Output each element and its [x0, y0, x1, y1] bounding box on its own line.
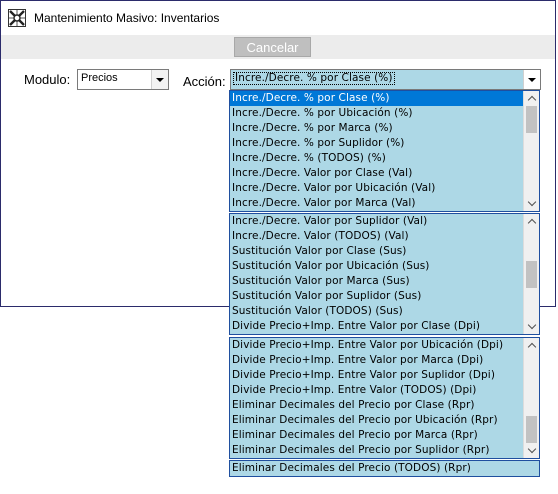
- list-item[interactable]: Incre./Decre. Valor (TODOS) (Val): [230, 229, 523, 244]
- list-item[interactable]: Divide Precio+Imp. Entre Valor por Clase…: [230, 319, 523, 334]
- list-item[interactable]: Incre./Decre. Valor por Suplidor (Val): [230, 214, 523, 229]
- list-item[interactable]: Sustitución Valor por Suplidor (Sus): [230, 289, 523, 304]
- accion-label: Acción:: [183, 74, 226, 89]
- accion-dropdown-list-1[interactable]: Incre./Decre. % por Clase (%) Incre./Dec…: [229, 90, 540, 212]
- scrollbar[interactable]: [523, 338, 539, 458]
- scroll-down-icon[interactable]: [524, 196, 539, 211]
- list-item[interactable]: Incre./Decre. % por Clase (%): [230, 91, 523, 106]
- toolbar: Cancelar: [1, 35, 555, 59]
- accion-dropdown-list-3[interactable]: Divide Precio+Imp. Entre Valor por Ubica…: [229, 337, 540, 459]
- scrollbar[interactable]: [523, 214, 539, 334]
- scrollbar-thumb[interactable]: [526, 106, 537, 133]
- list-item[interactable]: Divide Precio+Imp. Entre Valor (TODOS) (…: [230, 383, 523, 398]
- list-item[interactable]: Incre./Decre. Valor por Marca (Val): [230, 196, 523, 211]
- scroll-down-icon[interactable]: [524, 443, 539, 458]
- scrollbar-thumb[interactable]: [526, 260, 537, 288]
- list-item[interactable]: Divide Precio+Imp. Entre Valor por Supli…: [230, 368, 523, 383]
- accion-select-value: Incre./Decre. % por Clase (%): [233, 72, 395, 85]
- list-item[interactable]: Eliminar Decimales del Precio por Suplid…: [230, 443, 523, 458]
- list-item[interactable]: Divide Precio+Imp. Entre Valor por Ubica…: [230, 338, 523, 353]
- modulo-label: Modulo:: [24, 72, 71, 87]
- list-item[interactable]: Sustitución Valor por Ubicación (Sus): [230, 259, 523, 274]
- chevron-down-icon[interactable]: [151, 70, 168, 89]
- scrollbar[interactable]: [523, 91, 539, 211]
- list-item[interactable]: Incre./Decre. % por Suplidor (%): [230, 136, 523, 151]
- cancel-button[interactable]: Cancelar: [234, 37, 311, 57]
- list-item[interactable]: Sustitución Valor (TODOS) (Sus): [230, 304, 523, 319]
- accion-dropdown-list-2[interactable]: Incre./Decre. Valor por Suplidor (Val) I…: [229, 213, 540, 335]
- scroll-up-icon[interactable]: [524, 91, 539, 106]
- window-title: Mantenimiento Masivo: Inventarios: [34, 11, 220, 25]
- list-item[interactable]: Incre./Decre. Valor por Ubicación (Val): [230, 181, 523, 196]
- accion-select[interactable]: Incre./Decre. % por Clase (%): [230, 69, 541, 90]
- list-item[interactable]: Eliminar Decimales del Precio por Ubicac…: [230, 413, 523, 428]
- scrollbar-thumb[interactable]: [526, 416, 537, 443]
- list-item[interactable]: Divide Precio+Imp. Entre Valor por Marca…: [230, 353, 523, 368]
- scroll-up-icon[interactable]: [524, 214, 539, 229]
- list-item[interactable]: Sustitución Valor por Clase (Sus): [230, 244, 523, 259]
- scroll-down-icon[interactable]: [524, 319, 539, 334]
- accion-dropdown-last-item[interactable]: Eliminar Decimales del Precio (TODOS) (R…: [229, 460, 540, 477]
- list-item[interactable]: Eliminar Decimales del Precio por Marca …: [230, 428, 523, 443]
- list-item[interactable]: Eliminar Decimales del Precio por Clase …: [230, 398, 523, 413]
- scroll-up-icon[interactable]: [524, 338, 539, 353]
- list-item[interactable]: Sustitución Valor por Marca (Sus): [230, 274, 523, 289]
- list-item[interactable]: Incre./Decre. Valor por Clase (Val): [230, 166, 523, 181]
- modulo-select-value: Precios: [81, 72, 118, 84]
- list-item[interactable]: Incre./Decre. % por Marca (%): [230, 121, 523, 136]
- chevron-down-icon[interactable]: [523, 70, 540, 89]
- modulo-select[interactable]: Precios: [77, 69, 169, 90]
- title-bar: Mantenimiento Masivo: Inventarios: [1, 1, 555, 35]
- list-item[interactable]: Incre./Decre. % por Ubicación (%): [230, 106, 523, 121]
- list-item[interactable]: Incre./Decre. % (TODOS) (%): [230, 151, 523, 166]
- app-logo-icon: [8, 9, 26, 27]
